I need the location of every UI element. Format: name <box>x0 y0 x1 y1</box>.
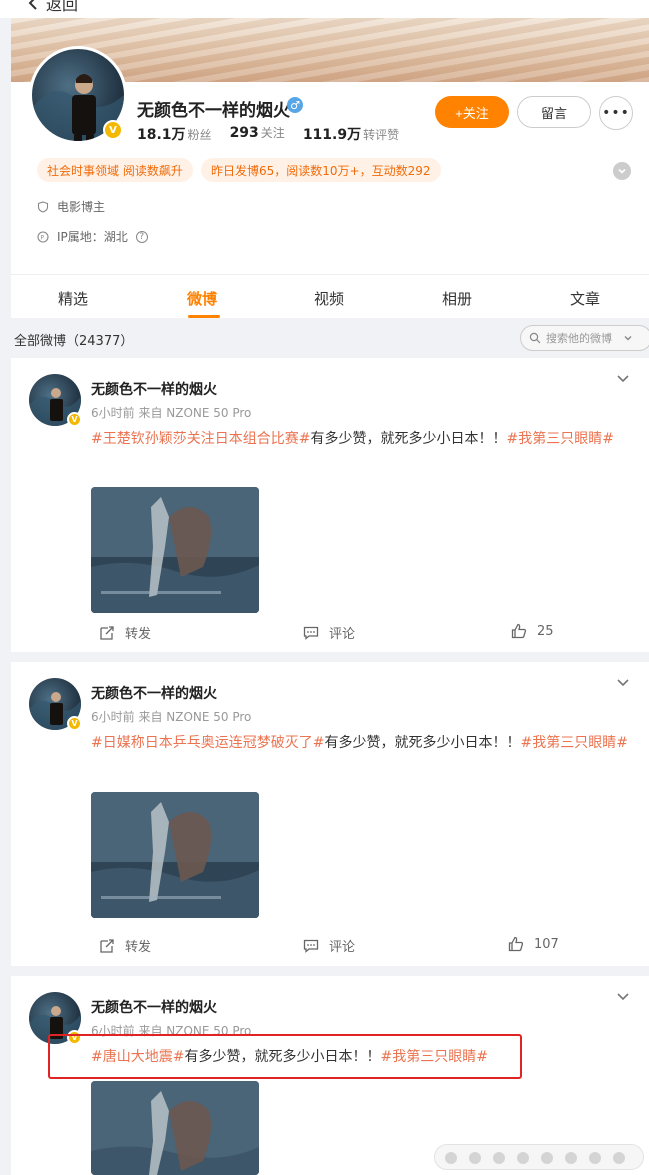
verified-badge: V <box>103 120 123 140</box>
like-count: 107 <box>534 936 559 952</box>
repost-button[interactable]: 转发 <box>99 623 151 642</box>
comment-button[interactable]: 评论 <box>303 936 355 955</box>
ip-location-icon: P <box>37 230 49 243</box>
search-placeholder: 搜索他的微博 <box>546 332 612 345</box>
post-author[interactable]: 无颜色不一样的烟火 <box>91 997 217 1017</box>
comment-button[interactable]: 评论 <box>303 623 355 642</box>
role-line: 电影博主 <box>37 198 105 215</box>
search-icon <box>529 332 541 344</box>
topic-link[interactable]: #我第三只眼睛# <box>506 431 613 447</box>
svg-text:P: P <box>40 234 44 241</box>
tab-featured[interactable]: 精选 <box>58 288 88 309</box>
verified-badge: V <box>67 412 82 427</box>
back-label: 返回 <box>46 0 79 14</box>
back-button[interactable]: 返回 <box>28 0 78 15</box>
tab-album[interactable]: 相册 <box>442 288 472 309</box>
chevron-down-icon[interactable] <box>615 370 631 386</box>
thumbs-up-icon <box>511 623 527 639</box>
like-button[interactable]: 25 <box>511 623 554 639</box>
message-button[interactable]: 留言 <box>517 96 591 128</box>
post-meta: 6小时前 来自 NZONE 50 Pro <box>91 710 252 724</box>
post-image[interactable] <box>91 792 259 918</box>
stat-followers[interactable]: 18.1万 粉丝 <box>137 124 212 144</box>
search-input[interactable]: 搜索他的微博 <box>520 325 649 351</box>
tag-domain[interactable]: 社会时事领域 阅读数飙升 <box>37 158 193 182</box>
topic-link[interactable]: #日媒称日本乒乓奥运连冠梦破灭了# <box>91 735 324 751</box>
floating-toolbar[interactable] <box>434 1144 644 1170</box>
profile-tabs: 精选 微博 视频 相册 文章 <box>11 278 649 318</box>
post-image[interactable] <box>91 1081 259 1175</box>
help-icon[interactable]: ? <box>135 230 148 243</box>
repost-icon <box>100 625 114 640</box>
role-label: 电影博主 <box>57 200 106 214</box>
ip-label: IP属地：湖北 <box>57 230 128 244</box>
comment-icon <box>303 939 319 953</box>
like-count: 25 <box>537 623 554 639</box>
like-button[interactable]: 107 <box>508 936 559 952</box>
repost-icon <box>100 938 114 953</box>
chevron-down-icon <box>624 336 632 341</box>
stat-interactions[interactable]: 111.9万 转评赞 <box>303 124 399 144</box>
post-actions: 转发 评论 107 <box>11 936 649 958</box>
divider <box>11 274 649 275</box>
tag-activity[interactable]: 昨日发博65，阅读数10万+，互动数292 <box>201 158 441 182</box>
profile-card: V 无颜色不一样的烟火 ♂ 18.1万 粉丝 293 关注 111.9万 转评赞 +关… <box>11 18 649 318</box>
ip-line: P IP属地：湖北 ? <box>37 228 148 245</box>
highlight-box <box>48 1034 522 1079</box>
more-options-button[interactable]: ••• <box>599 96 633 130</box>
chevron-down-icon[interactable] <box>613 162 631 180</box>
post-text: #日媒称日本乒乓奥运连冠梦破灭了#有多少赞，就死多少小日本！！#我第三只眼睛# <box>91 735 628 751</box>
post-card: V 无颜色不一样的烟火 6小时前 来自 NZONE 50 Pro #王楚钦孙颖莎… <box>11 358 649 652</box>
chevron-down-icon[interactable] <box>615 988 631 1004</box>
gender-male-icon: ♂ <box>287 97 303 113</box>
chevron-down-icon[interactable] <box>615 674 631 690</box>
thumbs-up-icon <box>508 936 524 952</box>
topic-link[interactable]: #王楚钦孙颖莎关注日本组合比赛# <box>91 431 310 447</box>
comment-icon <box>303 626 319 640</box>
stat-following[interactable]: 293 关注 <box>230 124 285 144</box>
top-bar: 返回 <box>0 0 649 18</box>
feed-count-label: 全部微博（24377） <box>14 334 134 349</box>
post-author[interactable]: 无颜色不一样的烟火 <box>91 379 217 399</box>
profile-name: 无颜色不一样的烟火 <box>137 101 290 121</box>
chevron-left-icon <box>28 0 37 10</box>
post-image[interactable] <box>91 487 259 613</box>
post-card: V 无颜色不一样的烟火 6小时前 来自 NZONE 50 Pro #日媒称日本乒… <box>11 662 649 966</box>
topic-link[interactable]: #我第三只眼睛# <box>520 735 627 751</box>
verified-badge: V <box>67 716 82 731</box>
tab-weibo[interactable]: 微博 <box>187 288 217 309</box>
post-author[interactable]: 无颜色不一样的烟火 <box>91 683 217 703</box>
follow-button[interactable]: +关注 <box>435 96 509 128</box>
post-text: #王楚钦孙颖莎关注日本组合比赛#有多少赞，就死多少小日本！！#我第三只眼睛# <box>91 431 614 447</box>
tab-article[interactable]: 文章 <box>570 288 600 309</box>
post-meta: 6小时前 来自 NZONE 50 Pro <box>91 406 252 420</box>
tab-video[interactable]: 视频 <box>314 288 344 309</box>
shield-icon <box>37 200 49 213</box>
feed-header: 全部微博（24377） 搜索他的微博 <box>0 318 649 358</box>
profile-stats: 18.1万 粉丝 293 关注 111.9万 转评赞 <box>137 124 399 144</box>
repost-button[interactable]: 转发 <box>99 936 151 955</box>
post-actions: 转发 评论 25 <box>11 623 649 645</box>
